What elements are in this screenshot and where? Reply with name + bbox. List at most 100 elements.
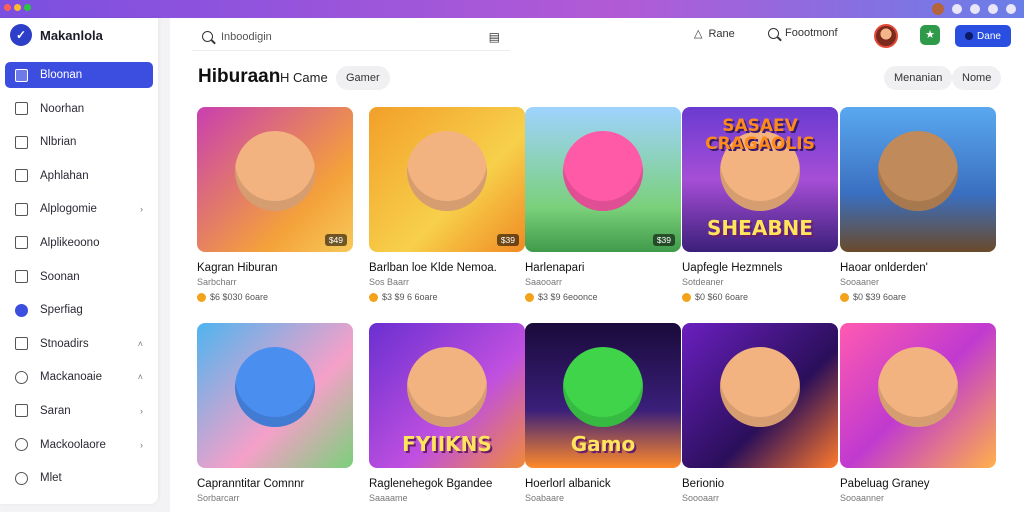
- sidebar: ✓ Makanlola Bloonan Noorhan Nlbrian Aphlaha…: [0, 18, 158, 504]
- primary-action-button[interactable]: Dane: [955, 25, 1011, 47]
- character-image: [235, 347, 315, 427]
- game-card[interactable]: Pabeluag Graney Sooaanner: [840, 323, 996, 503]
- sidebar-item[interactable]: Soonan: [5, 264, 153, 290]
- chevron-icon[interactable]: ›: [140, 440, 143, 450]
- system-avatar-icon[interactable]: [932, 3, 944, 15]
- filter-icon[interactable]: ▤: [489, 30, 500, 44]
- sidebar-item[interactable]: Mackanoaie ˄: [5, 364, 153, 390]
- thumbnail-title-text: FYIIKNS: [402, 432, 492, 456]
- sidebar-item[interactable]: Bloonan: [5, 62, 153, 88]
- globe-icon: [15, 370, 28, 384]
- sidebar-item-label: Saran: [40, 404, 71, 417]
- game-card[interactable]: $49 Kagran Hiburan Sarbcharr $6 $030 6oare: [197, 107, 353, 302]
- search-icon: [768, 27, 779, 39]
- gear-icon: [15, 303, 28, 317]
- search-input[interactable]: Inboodigin: [221, 31, 272, 43]
- game-card[interactable]: Haoar onlderden' Sooaaner $0 $39 6oare: [840, 107, 996, 302]
- game-meta-text: $6 $030 6oare: [210, 292, 269, 302]
- avatar[interactable]: [874, 24, 898, 48]
- game-card[interactable]: Berionio Soooaarr: [682, 323, 838, 503]
- sidebar-item[interactable]: Saran ›: [5, 398, 153, 424]
- game-meta-text: $0 $39 6oare: [853, 292, 907, 302]
- game-meta: $3 $9 6 6oare: [369, 292, 525, 302]
- sidebar-item[interactable]: Noorhan: [5, 96, 153, 122]
- game-title[interactable]: Uapfegle Hezmnels: [682, 262, 838, 274]
- game-card[interactable]: Capranntitar Comnnr Sorbarcarr: [197, 323, 353, 503]
- chevron-icon[interactable]: ˄: [138, 339, 143, 349]
- dot-icon: [965, 32, 974, 40]
- game-thumbnail[interactable]: $39: [525, 107, 681, 252]
- game-title[interactable]: Barlban loe Klde Nemoa.: [369, 262, 525, 274]
- price-badge: $49: [324, 234, 347, 246]
- sidebar-item-label: Soonan: [40, 270, 80, 283]
- game-thumbnail[interactable]: [197, 323, 353, 468]
- system-info-icon[interactable]: [952, 4, 962, 14]
- filter-chip-gamer[interactable]: Gamer: [336, 66, 390, 90]
- character-image: [878, 347, 958, 427]
- sort-chip-menanian[interactable]: Menanian: [884, 66, 953, 90]
- game-thumbnail[interactable]: $49: [197, 107, 353, 252]
- circle-icon: [15, 471, 28, 485]
- grid-icon: [15, 102, 28, 116]
- character-image: [407, 347, 487, 427]
- search-bar[interactable]: Inboodigin ▤: [192, 23, 510, 51]
- game-subtitle: Soooaarr: [682, 493, 720, 503]
- rating-icon: [369, 292, 378, 302]
- chevron-icon[interactable]: ›: [140, 204, 143, 214]
- game-thumbnail[interactable]: SASAEV CRAGAOLIS SHEABNE: [682, 107, 838, 252]
- game-thumbnail[interactable]: Gamo: [525, 323, 681, 468]
- page-title: Hiburaan: [198, 66, 281, 87]
- game-title[interactable]: Capranntitar Comnnr: [197, 478, 353, 490]
- game-subtitle: Sos Baarr: [369, 277, 410, 287]
- sidebar-item[interactable]: Stnoadirs ˄: [5, 331, 153, 357]
- sidebar-item-label: Mackanoaie: [40, 371, 103, 384]
- game-card[interactable]: $39 Barlban loe Klde Nemoa. Sos Baarr $3 $9…: [369, 107, 525, 302]
- brand[interactable]: ✓ Makanlola: [0, 18, 158, 52]
- home-icon: [15, 68, 28, 82]
- sidebar-item[interactable]: Sperfiag: [5, 297, 153, 323]
- chevron-icon[interactable]: ›: [140, 406, 143, 416]
- game-title[interactable]: Harlenapari: [525, 262, 681, 274]
- game-thumbnail[interactable]: $39: [369, 107, 525, 252]
- game-card[interactable]: $39 Harlenapari Saaooarr $3 $9 6eoonce: [525, 107, 681, 302]
- game-title[interactable]: Berionio: [682, 478, 838, 490]
- sort-chip-nome[interactable]: Nome: [952, 66, 1002, 90]
- game-thumbnail[interactable]: [840, 323, 996, 468]
- header-link-rane[interactable]: △ Rane: [694, 27, 735, 41]
- system-search-icon[interactable]: [1006, 4, 1016, 14]
- gift-icon[interactable]: ★: [920, 25, 940, 45]
- sidebar-item[interactable]: Alplikeoono: [5, 230, 153, 256]
- minimize-window-dot[interactable]: [14, 4, 21, 11]
- square-icon: [15, 236, 28, 250]
- game-title[interactable]: Raglenehegok Bgandee: [369, 478, 525, 490]
- sidebar-item[interactable]: Nlbrian: [5, 129, 153, 155]
- system-alert-icon[interactable]: [970, 4, 980, 14]
- game-title[interactable]: Hoerlorl albanick: [525, 478, 681, 490]
- sidebar-item[interactable]: Alplogomie ›: [5, 196, 153, 222]
- system-notification-icon[interactable]: [988, 4, 998, 14]
- sidebar-item[interactable]: Mlet: [5, 465, 153, 491]
- game-thumbnail[interactable]: [682, 323, 838, 468]
- game-card[interactable]: FYIIKNS Raglenehegok Bgandee Saaaame: [369, 323, 525, 503]
- price-badge: $39: [652, 234, 675, 246]
- close-window-dot[interactable]: [4, 4, 11, 11]
- game-card[interactable]: Gamo Hoerlorl albanick Soabaare: [525, 323, 681, 503]
- main-content: Inboodigin ▤ △ Rane Foootmonf ★ Dane Hib…: [170, 18, 1024, 512]
- sidebar-item-label: Aphlahan: [40, 169, 89, 182]
- window-title-bar: [0, 0, 1024, 18]
- header-link-search[interactable]: Foootmonf: [768, 27, 838, 39]
- game-subtitle: Sooaanner: [840, 493, 885, 503]
- rating-icon: [197, 292, 206, 302]
- game-card[interactable]: SASAEV CRAGAOLIS SHEABNE Uapfegle Hezmnels…: [682, 107, 838, 302]
- sidebar-item[interactable]: Mackoolaore ›: [5, 432, 153, 458]
- game-thumbnail[interactable]: [840, 107, 996, 252]
- game-thumbnail[interactable]: FYIIKNS: [369, 323, 525, 468]
- sidebar-item[interactable]: Aphlahan: [5, 163, 153, 189]
- game-title[interactable]: Haoar onlderden': [840, 262, 996, 274]
- game-title[interactable]: Kagran Hiburan: [197, 262, 353, 274]
- game-subtitle: Saaaame: [369, 493, 408, 503]
- game-title[interactable]: Pabeluag Graney: [840, 478, 996, 490]
- maximize-window-dot[interactable]: [24, 4, 31, 11]
- chevron-icon[interactable]: ˄: [138, 372, 143, 382]
- price-badge: $39: [496, 234, 519, 246]
